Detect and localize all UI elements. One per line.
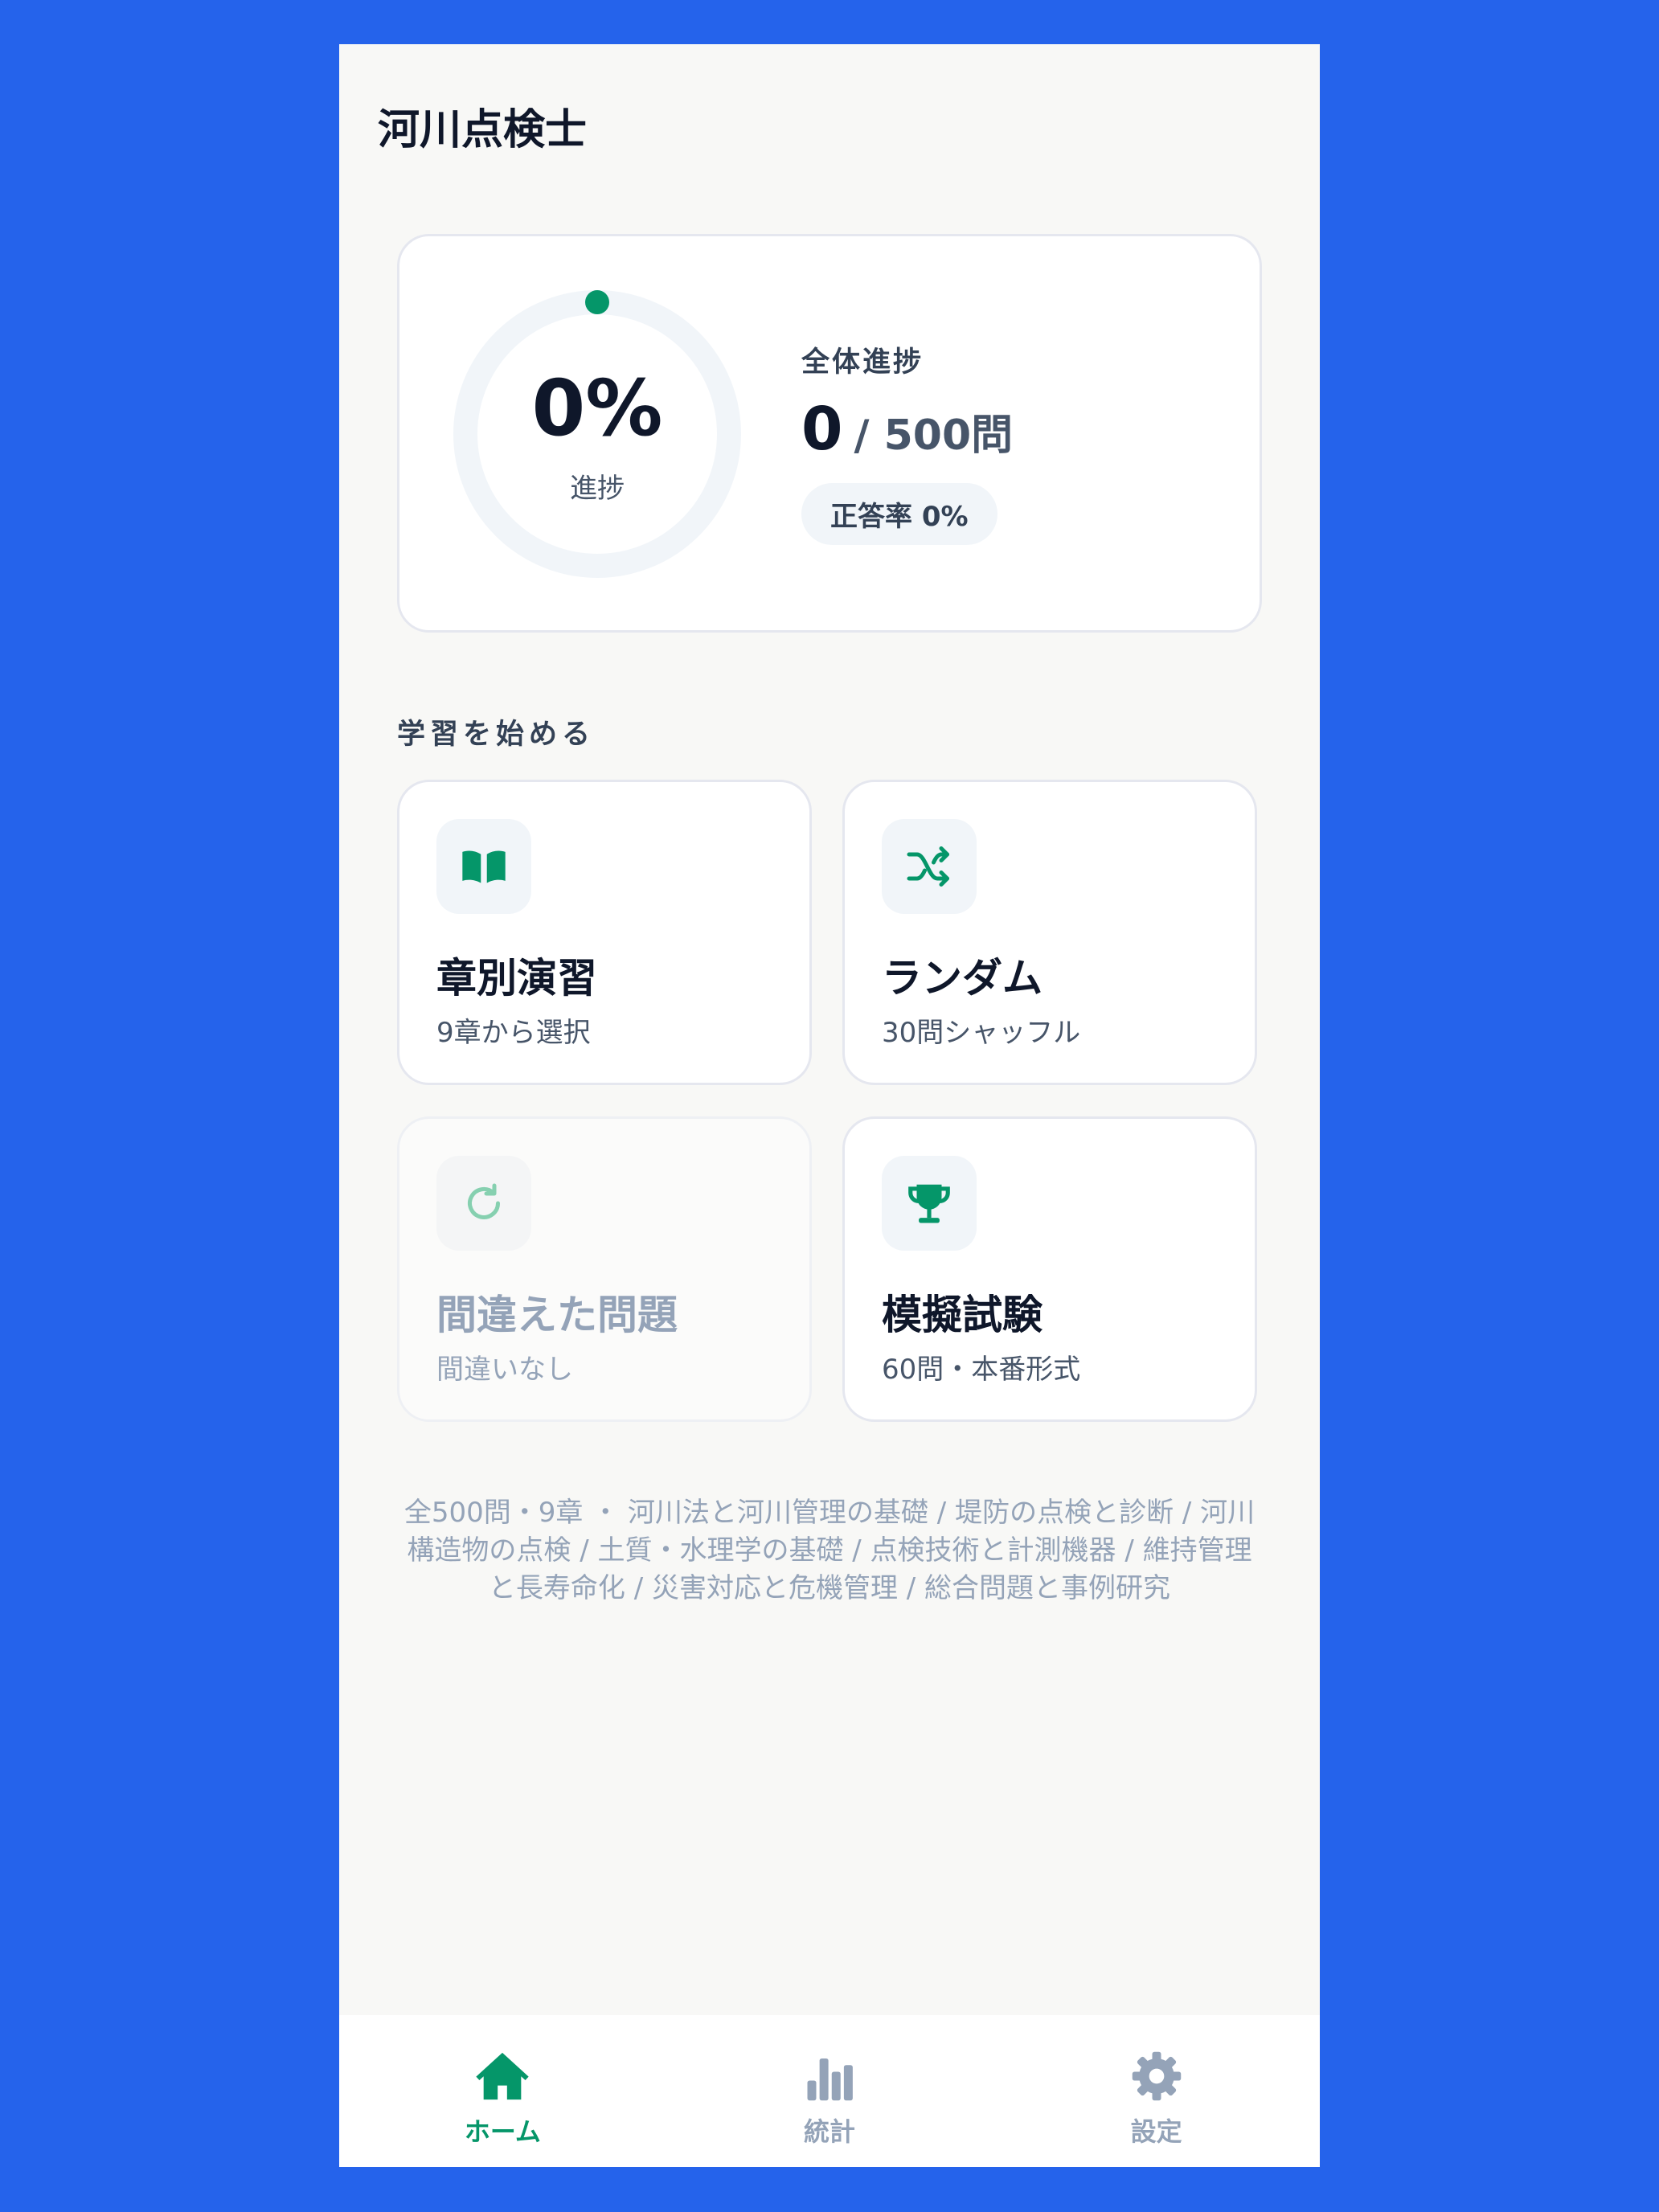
overall-progress-label: 全体進捗 [801, 346, 924, 379]
progress-percent: 0% [531, 363, 663, 453]
answered-count: 0 / 500問 [801, 395, 1014, 464]
mode-subtitle: 9章から選択 [436, 1017, 591, 1049]
tab-label: 設定 [1130, 2116, 1182, 2147]
accuracy-badge: 正答率 0% [801, 483, 997, 545]
tab-stats[interactable]: 統計 [666, 2015, 993, 2167]
tab-label: ホーム [464, 2116, 541, 2147]
answered-number: 0 [801, 395, 843, 464]
mode-title: 章別演習 [436, 955, 597, 1002]
home-icon [473, 2047, 531, 2105]
mistakes-card: 間違えた問題 間違いなし [397, 1116, 812, 1422]
mode-subtitle: 60問・本番形式 [882, 1354, 1081, 1386]
gear-icon [1128, 2047, 1186, 2105]
progress-ring-indicator [585, 290, 609, 314]
retry-icon [436, 1156, 531, 1251]
progress-card: 0% 進捗 全体進捗 0 / 500問 正答率 0% [397, 234, 1262, 633]
section-title: 学習を始める [397, 719, 596, 751]
tab-home[interactable]: ホーム [339, 2015, 666, 2167]
mode-title: 間違えた問題 [436, 1292, 678, 1338]
tab-settings[interactable]: 設定 [993, 2015, 1320, 2167]
trophy-icon [882, 1156, 977, 1251]
shuffle-icon [882, 819, 977, 914]
book-icon [436, 819, 531, 914]
app-title: 河川点検士 [378, 106, 588, 154]
mode-title: 模擬試験 [882, 1292, 1043, 1338]
total-questions: / 500問 [854, 412, 1014, 460]
bottom-tab-bar: ホーム 統計 設定 [339, 2015, 1320, 2167]
progress-stats: 全体進捗 0 / 500問 正答率 0% [801, 339, 1013, 545]
mode-subtitle: 30問シャッフル [882, 1017, 1081, 1049]
random-card[interactable]: ランダム 30問シャッフル [842, 780, 1257, 1085]
progress-caption: 進捗 [570, 473, 625, 505]
bar-chart-icon [801, 2047, 858, 2105]
chapter-summary: 全500問・9章 ・ 河川法と河川管理の基礎 / 堤防の点検と診断 / 河川構造… [403, 1497, 1256, 1604]
tab-label: 統計 [804, 2116, 856, 2147]
progress-ring: 0% 進捗 [453, 289, 742, 579]
chapter-practice-card[interactable]: 章別演習 9章から選択 [397, 780, 812, 1085]
mock-exam-card[interactable]: 模擬試験 60問・本番形式 [842, 1116, 1257, 1422]
mode-subtitle: 間違いなし [436, 1354, 573, 1386]
mode-title: ランダム [882, 955, 1043, 1002]
app-screen: 河川点検士 0% 進捗 全体進捗 0 / 500問 正答率 0% 学習を始める [339, 44, 1320, 2167]
